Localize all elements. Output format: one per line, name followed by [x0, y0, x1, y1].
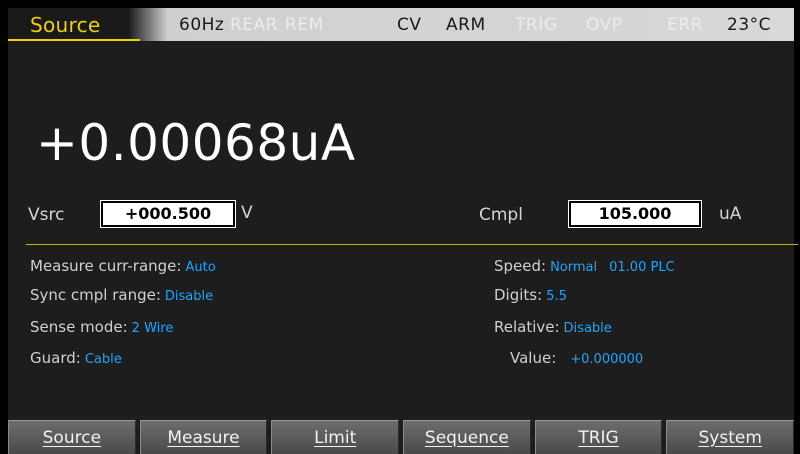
status-ovp: OVP [586, 15, 623, 35]
setting-digits[interactable]: Digits: 5.5 [494, 286, 567, 304]
status-remote: REM [285, 15, 324, 35]
rel-value-label: Value: [510, 349, 557, 367]
softkey-measure-label: Measure [167, 427, 240, 448]
status-cv: CV [397, 15, 422, 35]
digits-label: Digits: [494, 286, 543, 304]
sync-cmpl-label: Sync cmpl range: [30, 286, 161, 304]
status-line-frequency: 60Hz [179, 15, 225, 35]
measure-range-value: Auto [185, 260, 216, 275]
setting-sense-mode[interactable]: Sense mode: 2 Wire [30, 318, 173, 336]
setting-guard[interactable]: Guard: Cable [30, 349, 122, 367]
vsrc-label: Vsrc [28, 205, 65, 225]
softkey-bar: Source Measure Limit Sequence TRIG Syste… [8, 420, 795, 454]
vsrc-input[interactable]: +000.500 [100, 200, 236, 228]
status-arm: ARM [446, 15, 486, 35]
sense-mode-value: 2 Wire [131, 321, 174, 336]
setting-sync-cmpl[interactable]: Sync cmpl range: Disable [30, 286, 213, 304]
instrument-screen: Source 60Hz REAR REM CV ARM TRIG OVP ERR… [8, 8, 798, 454]
mode-indicator: Source [30, 13, 101, 37]
softkey-system[interactable]: System [666, 420, 795, 454]
measure-range-label: Measure curr-range: [30, 257, 182, 275]
softkey-limit-label: Limit [314, 427, 357, 448]
softkey-sequence-label: Sequence [424, 427, 509, 448]
divider [26, 244, 798, 245]
cmpl-unit: uA [719, 204, 742, 224]
softkey-system-label: System [698, 427, 762, 448]
speed-value: Normal [550, 260, 598, 275]
status-temperature: 23°C [727, 15, 772, 35]
cmpl-label: Cmpl [479, 205, 523, 225]
softkey-trig[interactable]: TRIG [534, 420, 663, 454]
setting-measure-range[interactable]: Measure curr-range: Auto [30, 257, 216, 275]
sense-mode-label: Sense mode: [30, 318, 128, 336]
status-rear: REAR [230, 15, 278, 35]
softkey-sequence[interactable]: Sequence [403, 420, 531, 454]
setting-speed[interactable]: Speed: Normal 01.00 PLC [494, 257, 675, 275]
measurement-reading: +0.00068uA [36, 114, 356, 172]
status-bar: Source 60Hz REAR REM CV ARM TRIG OVP ERR… [8, 8, 794, 41]
sync-cmpl-value: Disable [164, 289, 214, 304]
status-trig: TRIG [515, 15, 558, 35]
setting-relative-value[interactable]: Value: +0.000000 [510, 349, 643, 367]
vsrc-unit: V [241, 203, 253, 223]
softkey-source-label: Source [42, 427, 102, 448]
rel-value-value: +0.000000 [570, 352, 644, 367]
relative-label: Relative: [494, 318, 560, 336]
speed-plc-value: 01.00 PLC [609, 260, 675, 275]
softkey-source[interactable]: Source [8, 420, 136, 454]
softkey-trig-label: TRIG [578, 427, 619, 448]
speed-label: Speed: [494, 257, 547, 275]
cmpl-input[interactable]: 105.000 [568, 200, 702, 228]
status-err: ERR [667, 15, 703, 35]
softkey-measure[interactable]: Measure [139, 420, 268, 454]
mode-underline [8, 39, 140, 41]
guard-label: Guard: [30, 349, 81, 367]
relative-value: Disable [563, 321, 612, 336]
setting-relative[interactable]: Relative: Disable [494, 318, 612, 336]
softkey-limit[interactable]: Limit [271, 420, 400, 454]
digits-value: 5.5 [546, 289, 567, 304]
guard-value: Cable [84, 352, 122, 367]
